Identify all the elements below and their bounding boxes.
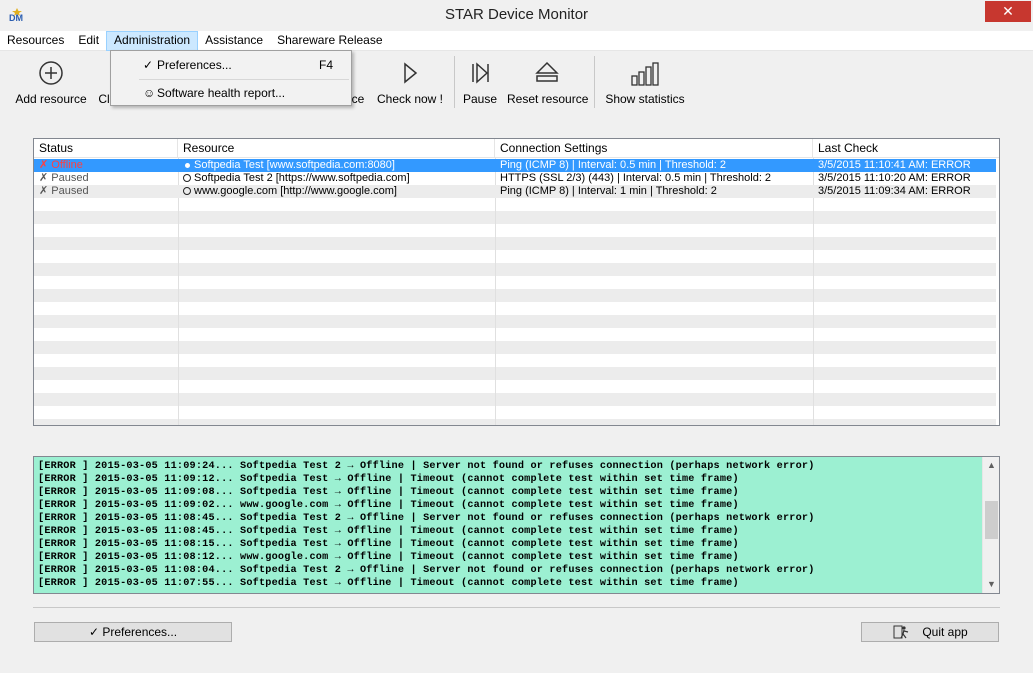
menu-bar: Resources Edit Administration Assistance… [0, 31, 1033, 51]
menu-edit[interactable]: Edit [71, 31, 106, 51]
log-entry: [ERROR ] 2015-03-05 11:08:04... Softpedi… [38, 565, 815, 576]
add-resource-label: Add resource [15, 92, 87, 106]
show-statistics-button[interactable]: Show statistics [604, 58, 686, 106]
dropdown-preferences-shortcut: F4 [319, 58, 334, 72]
table-row[interactable]: ✗ Offline Softpedia Test [www.softpedia.… [34, 159, 996, 172]
column-header-resource[interactable]: Resource [178, 139, 495, 158]
pause-button[interactable]: Pause [460, 58, 500, 106]
scroll-down-icon[interactable]: ▼ [983, 576, 999, 593]
administration-dropdown: ✓ Preferences... F4 ☺ Software health re… [110, 50, 352, 106]
grid-header: Status Resource Connection Settings Last… [34, 139, 999, 158]
row-resource: www.google.com [http://www.google.com] [178, 185, 495, 198]
log-entry: [ERROR ] 2015-03-05 11:08:45... Softpedi… [38, 526, 739, 537]
row-resource: Softpedia Test [www.softpedia.com:8080] [178, 159, 495, 172]
add-resource-button[interactable]: Add resource [14, 58, 88, 106]
smiley-icon: ☺ [143, 86, 156, 100]
dropdown-item-health-report[interactable]: ☺ Software health report... [111, 81, 351, 105]
row-connection: HTTPS (SSL 2/3) (443) | Interval: 0.5 mi… [500, 172, 772, 184]
event-log[interactable]: [ERROR ] 2015-03-05 11:09:24... Softpedi… [33, 456, 1000, 594]
log-entry: [ERROR ] 2015-03-05 11:09:08... Softpedi… [38, 487, 739, 498]
toolbar-separator [454, 56, 455, 108]
quit-app-label: Quit app [922, 625, 968, 639]
reset-resource-button[interactable]: Reset resource [507, 58, 589, 106]
dropdown-preferences-label: Preferences... [157, 58, 232, 72]
partial-label-ce: ce [351, 92, 365, 106]
log-scrollbar[interactable]: ▲ ▼ [982, 457, 999, 593]
menu-resources[interactable]: Resources [0, 31, 71, 51]
row-last-check: 3/5/2015 11:09:34 AM: ERROR [818, 185, 971, 197]
table-row[interactable]: ✗ Paused www.google.com [http://www.goog… [34, 185, 996, 198]
menu-assistance[interactable]: Assistance [198, 31, 270, 51]
bar-chart-icon [631, 62, 659, 86]
log-entry: [ERROR ] 2015-03-05 11:08:12... www.goog… [38, 552, 739, 563]
row-connection: Ping (ICMP 8) | Interval: 0.5 min | Thre… [500, 159, 727, 171]
log-entry: [ERROR ] 2015-03-05 11:07:55... Softpedi… [38, 578, 739, 589]
column-header-last-check[interactable]: Last Check [813, 139, 999, 158]
log-entry: [ERROR ] 2015-03-05 11:09:24... Softpedi… [38, 461, 815, 472]
scroll-up-icon[interactable]: ▲ [983, 457, 999, 474]
column-header-status[interactable]: Status [34, 139, 178, 158]
quit-app-button[interactable]: Quit app [861, 622, 999, 642]
row-resource: Softpedia Test 2 [https://www.softpedia.… [178, 172, 495, 185]
add-circle-icon [39, 61, 63, 85]
row-status: ✗ Offline [39, 159, 83, 171]
row-last-check: 3/5/2015 11:10:41 AM: ERROR [818, 159, 971, 171]
row-last-check: 3/5/2015 11:10:20 AM: ERROR [818, 172, 971, 184]
dropdown-separator [139, 79, 349, 80]
column-divider [178, 158, 179, 425]
dropdown-health-report-label: Software health report... [157, 86, 286, 100]
row-status: ✗ Paused [39, 172, 89, 184]
partial-toolbar-button-2[interactable]: ce [350, 58, 366, 106]
log-entry: [ERROR ] 2015-03-05 11:08:45... Softpedi… [38, 513, 815, 524]
exit-icon [893, 625, 909, 639]
toolbar-separator-2 [594, 56, 595, 108]
log-entry: [ERROR ] 2015-03-05 11:09:02... www.goog… [38, 500, 739, 511]
dropdown-item-preferences[interactable]: ✓ Preferences... F4 [111, 53, 351, 77]
close-button[interactable]: ✕ [985, 1, 1031, 22]
menu-administration[interactable]: Administration [106, 31, 199, 51]
check-now-label: Check now ! [376, 92, 444, 106]
reset-resource-label: Reset resource [507, 92, 589, 106]
step-pause-icon [472, 62, 489, 84]
preferences-button[interactable]: ✓ Preferences... [34, 622, 232, 642]
row-connection: Ping (ICMP 8) | Interval: 1 min | Thresh… [500, 185, 717, 197]
play-icon [404, 62, 418, 84]
radio-circle-icon [183, 187, 191, 195]
show-statistics-label: Show statistics [605, 92, 685, 106]
menu-shareware-release[interactable]: Shareware Release [270, 31, 389, 51]
resource-grid: Status Resource Connection Settings Last… [33, 138, 1000, 426]
column-divider [813, 158, 814, 425]
checkmark-icon: ✓ [143, 58, 154, 72]
title-bar: DM STAR Device Monitor ✕ [0, 0, 1033, 31]
log-entry: [ERROR ] 2015-03-05 11:09:12... Softpedi… [38, 474, 739, 485]
row-status: ✗ Paused [39, 185, 89, 197]
eject-icon [535, 61, 559, 82]
column-divider [495, 158, 496, 425]
log-entry: [ERROR ] 2015-03-05 11:08:15... Softpedi… [38, 539, 739, 550]
radio-dot-icon [185, 163, 190, 168]
divider [33, 607, 1000, 608]
check-now-button[interactable]: Check now ! [374, 58, 446, 106]
table-row[interactable]: ✗ Paused Softpedia Test 2 [https://www.s… [34, 172, 996, 185]
window-title: STAR Device Monitor [444, 6, 589, 23]
radio-circle-icon [183, 174, 191, 182]
scroll-thumb[interactable] [985, 501, 998, 539]
column-header-connection[interactable]: Connection Settings [495, 139, 813, 158]
pause-label: Pause [462, 92, 498, 106]
